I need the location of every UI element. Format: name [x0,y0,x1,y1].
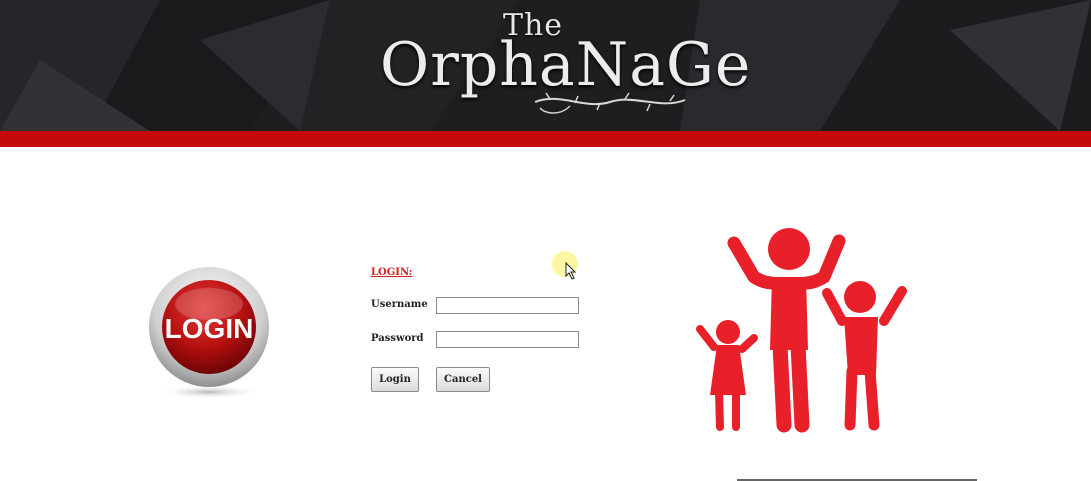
header-red-bar [0,131,1091,147]
login-button[interactable]: Login [371,367,419,392]
thorn-flourish-icon [534,92,686,114]
cancel-button[interactable]: Cancel [436,367,490,392]
password-label: Password [371,333,424,344]
username-label: Username [371,299,428,310]
mouse-cursor-icon [565,262,577,280]
family-icon [696,228,907,433]
header-banner: The OrphaNaGe [0,0,1091,131]
login-badge-label: LOGIN [165,313,254,344]
password-input[interactable] [436,331,579,348]
login-badge-icon: LOGIN [149,267,269,399]
form-title: LOGIN: [371,267,413,278]
username-input[interactable] [436,297,579,314]
site-logo[interactable]: The OrphaNaGe [380,8,750,120]
